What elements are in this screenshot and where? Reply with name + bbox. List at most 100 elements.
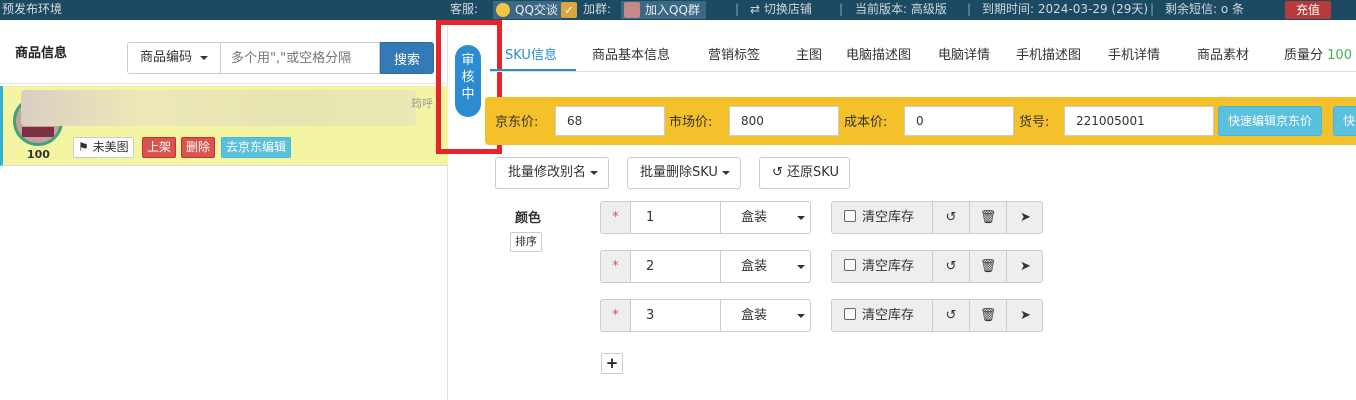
trash-icon[interactable]: 🗑: [970, 251, 1007, 282]
sku-unit-select[interactable]: 盒装: [720, 299, 811, 332]
tab-quality-score[interactable]: 质量分 100: [1284, 44, 1352, 63]
sms-remaining: 剩余短信: o 条: [1165, 2, 1245, 16]
caret-down-icon: [590, 170, 599, 175]
restore-sku-label: 还原SKU: [787, 165, 839, 180]
sku-tools: 清空库存 ↺ 🗑 ➤: [831, 201, 1043, 234]
undo-icon: ↺: [772, 165, 783, 180]
sku-value-input[interactable]: 3: [630, 299, 721, 332]
product-list-item[interactable]: 筠呼 100 ⚑ 未美图 上架 删除 去京东编辑: [0, 86, 448, 166]
sku-row: * 3 盒装 清空库存 ↺ 🗑 ➤: [600, 299, 1044, 333]
no-beautify-button[interactable]: ⚑ 未美图: [73, 137, 134, 158]
clear-stock-label: 清空库存: [862, 308, 915, 323]
caret-down-icon: [721, 170, 730, 175]
sku-row: * 2 盒装 清空库存 ↺ 🗑 ➤: [600, 250, 1044, 284]
undo-icon[interactable]: ↺: [933, 202, 970, 233]
tab-main-image[interactable]: 主图: [796, 44, 822, 63]
separator: |: [735, 2, 740, 16]
undo-icon[interactable]: ↺: [933, 300, 970, 331]
search-input[interactable]: [221, 42, 380, 74]
product-score: 100: [27, 148, 50, 161]
search-group: 商品编码 搜索: [127, 42, 434, 74]
qq-chat-button[interactable]: QQ交谈: [493, 1, 562, 19]
sku-unit-select[interactable]: 盒装: [720, 201, 811, 234]
qq-chat-label: QQ交谈: [515, 3, 558, 17]
sku-value-input[interactable]: 2: [630, 250, 721, 283]
item-no-input[interactable]: 221005001: [1064, 106, 1214, 136]
panel-title: 商品信息: [15, 46, 68, 61]
list-on-shelf-button[interactable]: 上架: [142, 137, 177, 158]
batch-rename-dropdown[interactable]: 批量修改别名: [495, 157, 610, 189]
cost-price-input[interactable]: 0: [904, 106, 1014, 136]
market-price-label: 市场价:: [669, 115, 713, 130]
product-title-blurred: [21, 90, 416, 126]
tab-mobile-desc-image[interactable]: 手机描述图: [1016, 44, 1081, 63]
sku-row: * 1 盒装 清空库存 ↺ 🗑 ➤: [600, 201, 1044, 235]
quick-edit-more-button[interactable]: 快: [1333, 106, 1356, 136]
add-sku-button[interactable]: +: [601, 353, 623, 374]
tab-basic-info[interactable]: 商品基本信息: [592, 44, 670, 63]
jd-price-label: 京东价:: [495, 115, 539, 130]
clear-stock-checkbox[interactable]: 清空库存: [832, 251, 933, 282]
caret-down-icon: [797, 216, 805, 220]
quick-edit-jd-price-button[interactable]: 快速编辑京东价: [1218, 106, 1323, 136]
separator: |: [1150, 2, 1155, 16]
jd-price-input[interactable]: 68: [555, 106, 665, 136]
checkbox-icon: [844, 308, 856, 320]
location-arrow-icon[interactable]: ➤: [1007, 251, 1044, 282]
switch-store-link[interactable]: ⇄ 切换店铺: [750, 0, 812, 18]
search-button[interactable]: 搜索: [380, 42, 434, 74]
no-beautify-label: 未美图: [92, 140, 129, 154]
batch-delete-sku-label: 批量删除SKU: [640, 165, 718, 180]
group-avatar-icon: [624, 2, 640, 18]
separator: |: [967, 2, 972, 16]
market-price-input[interactable]: 800: [729, 106, 839, 136]
location-arrow-icon[interactable]: ➤: [1007, 202, 1044, 233]
tab-mobile-detail[interactable]: 手机详情: [1108, 44, 1160, 63]
trash-icon[interactable]: 🗑: [970, 202, 1007, 233]
clear-stock-checkbox[interactable]: 清空库存: [832, 202, 933, 233]
caret-down-icon: [797, 265, 805, 269]
required-marker: *: [600, 201, 631, 234]
batch-delete-sku-dropdown[interactable]: 批量删除SKU: [627, 157, 741, 189]
expiry-date: 到期时间: 2024-03-29 (29天): [982, 2, 1149, 16]
current-version: 当前版本: 高级版: [855, 2, 947, 16]
undo-icon[interactable]: ↺: [933, 251, 970, 282]
location-arrow-icon[interactable]: ➤: [1007, 300, 1044, 331]
required-marker: *: [600, 299, 631, 332]
sku-attribute-label: 颜色: [515, 211, 542, 226]
tab-pc-detail[interactable]: 电脑详情: [938, 44, 990, 63]
join-qq-group-label: 加入QQ群: [645, 3, 700, 17]
check-icon: ✓: [561, 2, 577, 18]
required-marker: *: [600, 250, 631, 283]
tab-marketing-tags[interactable]: 营销标签: [708, 44, 760, 63]
trash-icon[interactable]: 🗑: [970, 300, 1007, 331]
clear-stock-label: 清空库存: [862, 210, 915, 225]
checkbox-icon: [844, 210, 856, 222]
tab-product-material[interactable]: 商品素材: [1197, 44, 1249, 63]
cost-price-label: 成本价:: [844, 115, 888, 130]
sku-unit-label: 盒装: [741, 308, 768, 323]
join-qq-group-button[interactable]: 加入QQ群: [621, 1, 706, 19]
restore-sku-button[interactable]: ↺ 还原SKU: [759, 157, 850, 189]
tab-pc-desc-image[interactable]: 电脑描述图: [846, 44, 911, 63]
sort-button[interactable]: 排序: [510, 232, 542, 252]
qq-penguin-icon: [496, 3, 510, 17]
jd-edit-button[interactable]: 去京东编辑: [221, 137, 292, 158]
sku-unit-select[interactable]: 盒装: [720, 250, 811, 283]
tab-quality-score-label: 质量分: [1284, 48, 1324, 63]
quality-score-value: 100: [1327, 48, 1352, 63]
product-title-tail: 筠呼: [411, 97, 433, 110]
join-group-label: 加群:: [583, 2, 612, 16]
tab-sku-info[interactable]: SKU信息: [505, 44, 557, 63]
search-type-label: 商品编码: [140, 50, 193, 65]
price-bar: 京东价: 68 市场价: 800 成本价: 0 货号: 221005001 快速…: [485, 97, 1356, 145]
clear-stock-checkbox[interactable]: 清空库存: [832, 300, 933, 331]
active-tab-indicator: [490, 69, 576, 71]
clear-stock-label: 清空库存: [862, 259, 915, 274]
delete-button[interactable]: 删除: [181, 137, 216, 158]
sku-unit-label: 盒装: [741, 259, 768, 274]
recharge-button[interactable]: 充值: [1285, 1, 1331, 19]
sku-tools: 清空库存 ↺ 🗑 ➤: [831, 299, 1043, 332]
search-type-select[interactable]: 商品编码: [127, 42, 221, 74]
sku-value-input[interactable]: 1: [630, 201, 721, 234]
